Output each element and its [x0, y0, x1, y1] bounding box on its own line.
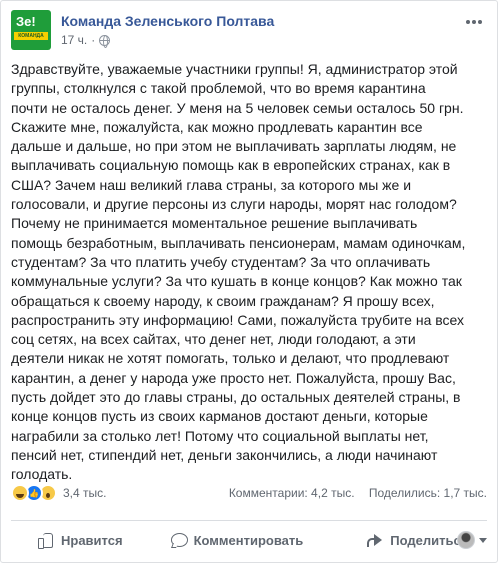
like-button-label: Нравится	[61, 532, 123, 548]
share-arrow-icon	[366, 531, 384, 549]
post-timestamp[interactable]: 17 ч.	[61, 33, 87, 47]
thumbs-up-icon	[37, 531, 55, 549]
post-body-line: почти не осталось денег. У меня на 5 чел…	[11, 99, 464, 116]
reactions-summary[interactable]: 3,4 тыс.	[11, 484, 106, 502]
dot-icon	[466, 20, 470, 24]
post-body-line: дальше и дальше, но при этом не выплачив…	[11, 138, 457, 155]
post-body-line: деятели никак не хотят помогать, только …	[11, 350, 450, 367]
post-body-line: голодать.	[11, 466, 73, 483]
avatar-logo-band: КОМАНДА	[14, 32, 48, 40]
post-header: Зе! КОМАНДА Команда Зеленського Полтава …	[11, 10, 487, 50]
post-meta: 17 ч. ·	[61, 33, 111, 48]
post-body-line: выплачивать социальную помощь как в евро…	[11, 157, 451, 174]
comment-button-label: Комментировать	[193, 532, 304, 548]
post-body-line: группы, столкнулся с такой проблемой, чт…	[11, 80, 426, 97]
page-avatar[interactable]: Зе! КОМАНДА	[11, 10, 51, 50]
action-divider	[11, 520, 487, 521]
reaction-count[interactable]: 3,4 тыс.	[63, 486, 106, 500]
globe-icon[interactable]	[99, 34, 111, 48]
post-body-line: пенсий нет, стипендий нет, деньги законч…	[11, 446, 438, 463]
page-name-link[interactable]: Команда Зеленського Полтава	[61, 13, 274, 29]
share-button[interactable]: Поделиться	[366, 531, 468, 549]
post-body-line: помощь безработным, выплачивать пенсионе…	[11, 234, 466, 251]
post-body-line: Здравствуйте, уважаемые участники группы…	[11, 61, 458, 77]
dot-icon	[478, 20, 482, 24]
post-body-line: награбили за столько лет! Потому что соц…	[11, 427, 429, 444]
user-avatar	[457, 531, 475, 549]
meta-separator: ·	[91, 33, 96, 47]
post-body-line: карантин, а денег у народа уже просто не…	[11, 369, 456, 386]
post-body-line: коммунальные услуги? За что кушать в кон…	[11, 273, 462, 290]
more-options-icon[interactable]	[463, 14, 485, 30]
post-body-line: обращаться к своему народу, к своим граж…	[11, 292, 435, 309]
post-body-line: соц сетях, на всех сайтах, что денег нет…	[11, 331, 416, 348]
haha-icon	[11, 484, 29, 502]
dot-icon	[472, 20, 476, 24]
chevron-down-icon	[479, 537, 487, 543]
engagement-counts: Комментарии: 4,2 тыс. Поделились: 1,7 ты…	[229, 486, 487, 500]
avatar-logo-text: Зе!	[16, 14, 36, 29]
speech-bubble-icon	[170, 531, 188, 549]
post-body-line: студентам? За что платить учебу студента…	[11, 253, 431, 270]
post-body-line: Почему не принимается моментальное решен…	[11, 215, 418, 232]
comments-count-link[interactable]: Комментарии: 4,2 тыс.	[229, 486, 355, 500]
post-body: Здравствуйте, уважаемые участники группы…	[11, 60, 489, 485]
shares-count-link[interactable]: Поделились: 1,7 тыс.	[369, 486, 487, 500]
react-as-selector[interactable]	[457, 531, 487, 549]
post-body-line: распространить эту информацию! Сами, пож…	[11, 311, 465, 328]
post-body-line: США? Зачем наш великий глава страны, за …	[11, 176, 412, 193]
post-body-line: голосовали, и другие персоны из слуги на…	[11, 196, 457, 213]
post-body-line: конце концов пусть из своих карманов дос…	[11, 408, 428, 425]
post-actions: Нравится Комментировать Поделиться	[11, 525, 487, 555]
post-body-line: Скажите мне, пожалуйста, как можно продл…	[11, 118, 423, 135]
post-stats: 3,4 тыс. Комментарии: 4,2 тыс. Поделилис…	[11, 484, 487, 506]
facebook-post: Зе! КОМАНДА Команда Зеленського Полтава …	[0, 0, 498, 563]
comment-button[interactable]: Комментировать	[170, 531, 304, 549]
post-body-line: пусть дойдет это до главы страны, до ост…	[11, 389, 461, 406]
like-button[interactable]: Нравится	[37, 531, 123, 549]
